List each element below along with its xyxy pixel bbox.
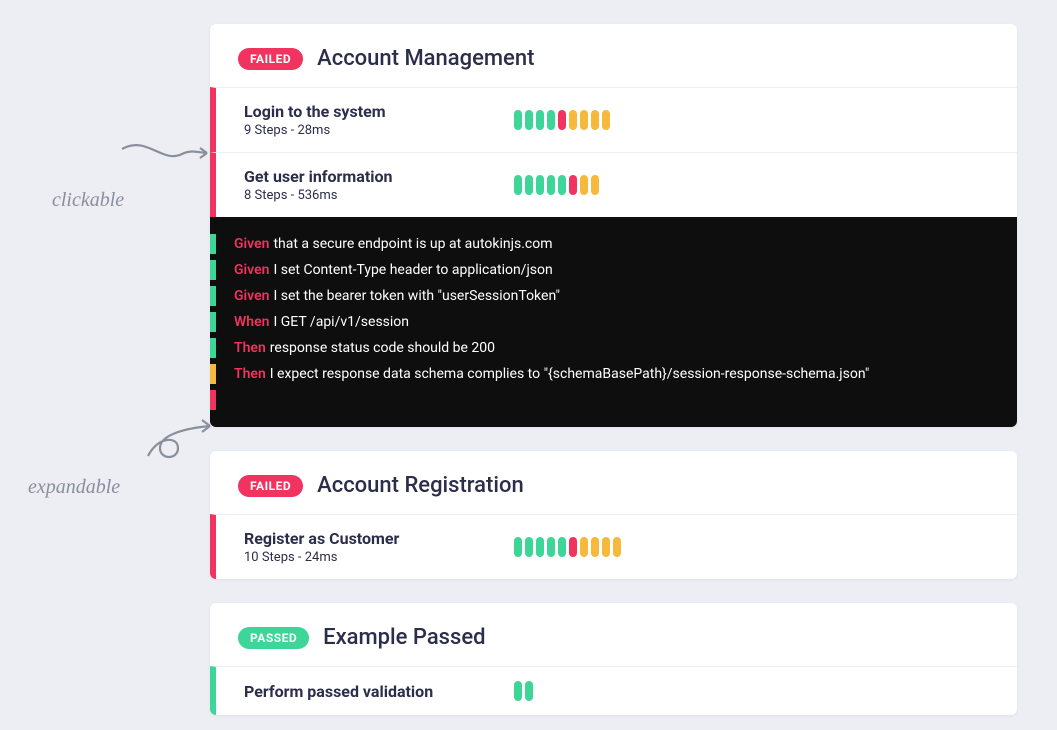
feature-card: FAILED Account Registration Register as Cu… [210,451,1017,579]
arrow-squiggle-icon [52,139,212,189]
scenario-row[interactable]: Perform passed validation [210,666,1017,715]
step-pill [525,175,533,195]
step-marker [210,390,216,410]
step-keyword: Given [234,288,269,304]
step-text: I GET /api/v1/session [273,314,409,330]
step-line: Thenresponse status code should be 200 [210,335,1017,361]
annotation-clickable-label: clickable [52,189,124,211]
step-line: ThenI expect response data schema compli… [210,361,1017,387]
feature-header: FAILED Account Registration [210,451,1017,514]
annotation-expandable-label: expandable [28,476,120,498]
step-pill [514,110,522,130]
step-keyword: Given [234,236,269,252]
status-badge: FAILED [238,475,303,497]
step-pill [580,110,588,130]
step-pill [558,537,566,557]
scenario-info: Perform passed validation [244,682,484,701]
step-text: response status code should be 200 [270,340,495,356]
step-pill [525,681,533,701]
scenario-name: Perform passed validation [244,682,484,701]
scenario-meta: 9 Steps - 28ms [244,123,484,138]
step-marker [210,338,216,358]
step-pill [536,537,544,557]
step-pill-strip [514,537,621,557]
step-pill [514,175,522,195]
step-pill [613,537,621,557]
scenario-info: Login to the system 9 Steps - 28ms [244,102,484,138]
step-pill [536,110,544,130]
step-pill [525,110,533,130]
step-keyword: Then [234,340,266,356]
step-marker [210,364,216,384]
scenario-row[interactable]: Get user information 8 Steps - 536ms [210,152,1017,217]
step-line: GivenI set Content-Type header to applic… [210,257,1017,283]
step-keyword: When [234,314,269,330]
step-marker [210,286,216,306]
step-pill-strip [514,175,599,195]
step-pill-strip [514,110,610,130]
feature-card: FAILED Account Management Login to the sys… [210,24,1017,427]
feature-header: FAILED Account Management [210,24,1017,87]
step-keyword: Then [234,366,266,382]
step-pill [591,175,599,195]
feature-card: PASSED Example Passed Perform passed valid… [210,603,1017,715]
step-pill [547,175,555,195]
step-line: WhenI GET /api/v1/session [210,309,1017,335]
step-line: Giventhat a secure endpoint is up at aut… [210,231,1017,257]
step-pill [558,110,566,130]
step-pill [536,175,544,195]
step-line [210,387,1017,413]
step-marker [210,260,216,280]
step-pill [569,110,577,130]
step-line: GivenI set the bearer token with "userSe… [210,283,1017,309]
scenario-name: Get user information [244,167,484,186]
status-badge: PASSED [238,627,309,649]
scenario-name: Login to the system [244,102,484,121]
step-pill [514,681,522,701]
step-pill [547,110,555,130]
scenario-row[interactable]: Login to the system 9 Steps - 28ms [210,87,1017,152]
step-pill [525,537,533,557]
step-text: that a secure endpoint is up at autokinj… [273,236,552,252]
status-badge: FAILED [238,48,303,70]
step-pill [514,537,522,557]
feature-title: Account Registration [317,473,524,498]
scenario-name: Register as Customer [244,529,484,548]
annotation-clickable: clickable [52,139,212,212]
step-pill [558,175,566,195]
scenario-meta: 10 Steps - 24ms [244,550,484,565]
feature-title: Example Passed [323,625,485,650]
step-pill [569,175,577,195]
step-text: I set Content-Type header to application… [273,262,552,278]
step-marker [210,312,216,332]
arrow-loop-icon [28,416,218,476]
step-pill [602,110,610,130]
steps-panel: Giventhat a secure endpoint is up at aut… [210,217,1017,427]
feature-header: PASSED Example Passed [210,603,1017,666]
step-text: I expect response data schema complies t… [270,366,870,382]
step-pill [569,537,577,557]
step-pill [580,175,588,195]
scenario-info: Get user information 8 Steps - 536ms [244,167,484,203]
step-text: I set the bearer token with "userSession… [273,288,559,304]
step-pill [547,537,555,557]
scenario-row[interactable]: Register as Customer 10 Steps - 24ms [210,514,1017,579]
scenario-info: Register as Customer 10 Steps - 24ms [244,529,484,565]
step-keyword: Given [234,262,269,278]
step-pill-strip [514,681,533,701]
feature-title: Account Management [317,46,534,71]
step-pill [591,110,599,130]
step-marker [210,234,216,254]
step-pill [580,537,588,557]
step-pill [591,537,599,557]
step-pill [602,537,610,557]
scenario-meta: 8 Steps - 536ms [244,188,484,203]
annotation-expandable: expandable [28,416,218,499]
